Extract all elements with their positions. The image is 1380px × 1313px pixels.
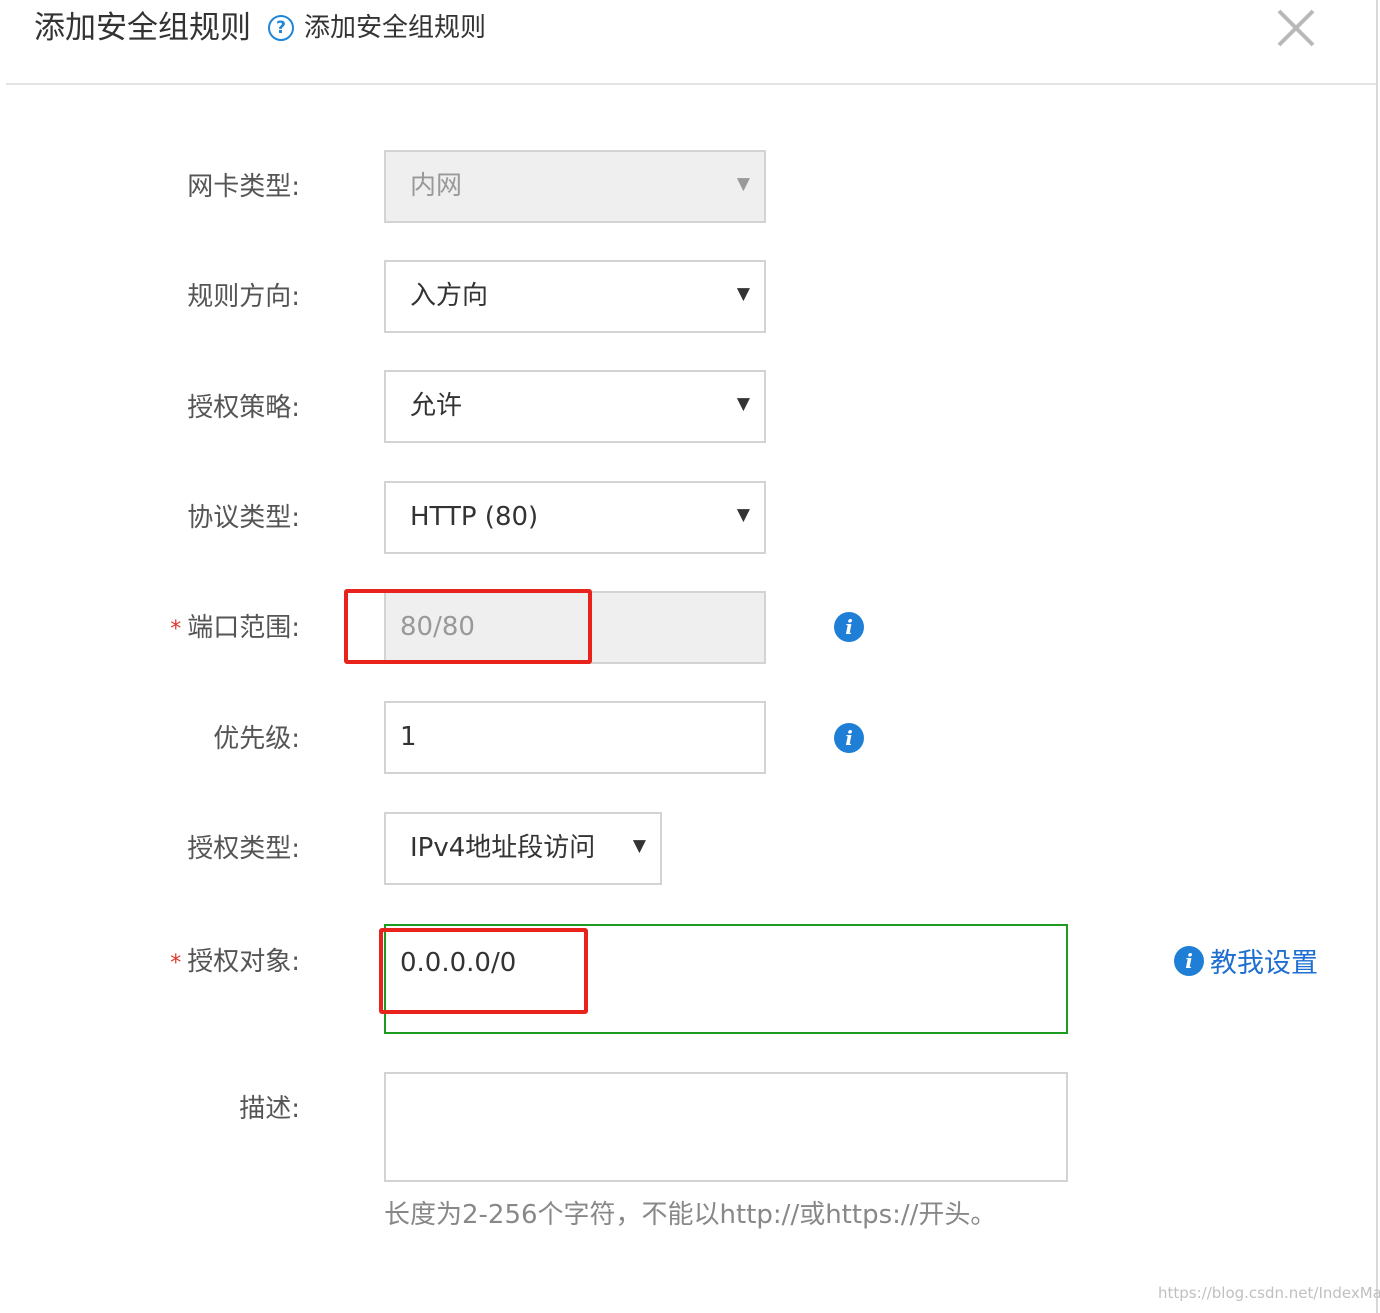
teach-me-link[interactable]: 教我设置 <box>1210 944 1318 984</box>
chevron-down-icon: ▼ <box>736 284 750 304</box>
info-icon[interactable]: i <box>834 612 864 642</box>
rule-direction-select[interactable]: 入方向 ▼ <box>384 260 766 333</box>
help-link[interactable]: 添加安全组规则 <box>304 8 486 48</box>
highlight-box <box>344 589 592 664</box>
chevron-down-icon: ▼ <box>736 394 750 414</box>
description-label: 描述: <box>239 1094 300 1124</box>
port-range-label-text: 端口范围: <box>187 613 300 643</box>
auth-type-value: IPv4地址段访问 <box>410 833 596 863</box>
nic-type-label: 网卡类型: <box>187 172 300 202</box>
required-mark: * <box>170 617 182 642</box>
watermark: https://blog.csdn.net/IndexMan <box>1158 1284 1380 1302</box>
close-icon[interactable] <box>1270 2 1322 54</box>
rule-direction-value: 入方向 <box>410 281 489 311</box>
auth-object-label-text: 授权对象: <box>187 947 300 977</box>
question-circle-icon[interactable]: ? <box>268 15 294 41</box>
description-hint: 长度为2-256个字符，不能以http://或https://开头。 <box>384 1200 997 1230</box>
protocol-type-label: 协议类型: <box>187 503 300 533</box>
info-icon[interactable]: i <box>834 723 864 753</box>
priority-input[interactable]: 1 <box>384 701 766 774</box>
priority-label: 优先级: <box>213 724 300 754</box>
auth-policy-select[interactable]: 允许 ▼ <box>384 370 766 443</box>
auth-policy-value: 允许 <box>410 391 463 421</box>
highlight-box <box>379 928 588 1014</box>
auth-object-label: * 授权对象: <box>0 942 300 984</box>
info-icon: i <box>1174 946 1204 976</box>
nic-type-select: 内网 ▼ <box>384 150 766 223</box>
chevron-down-icon: ▼ <box>736 174 750 194</box>
protocol-type-value: HTTP (80) <box>410 502 539 532</box>
nic-type-value: 内网 <box>410 171 463 201</box>
protocol-type-select[interactable]: HTTP (80) ▼ <box>384 481 766 554</box>
required-mark: * <box>170 951 182 976</box>
port-range-label: * 端口范围: <box>0 608 300 650</box>
auth-type-label: 授权类型: <box>187 834 300 864</box>
dialog-right-border <box>1376 0 1378 1313</box>
description-textarea[interactable] <box>384 1072 1068 1182</box>
header-divider <box>6 83 1376 85</box>
dialog-title: 添加安全组规则 <box>34 10 251 46</box>
rule-direction-label: 规则方向: <box>187 282 300 312</box>
chevron-down-icon: ▼ <box>736 505 750 525</box>
priority-value: 1 <box>400 722 417 752</box>
auth-type-select[interactable]: IPv4地址段访问 ▼ <box>384 812 662 885</box>
chevron-down-icon: ▼ <box>632 836 646 856</box>
auth-policy-label: 授权策略: <box>187 393 300 423</box>
